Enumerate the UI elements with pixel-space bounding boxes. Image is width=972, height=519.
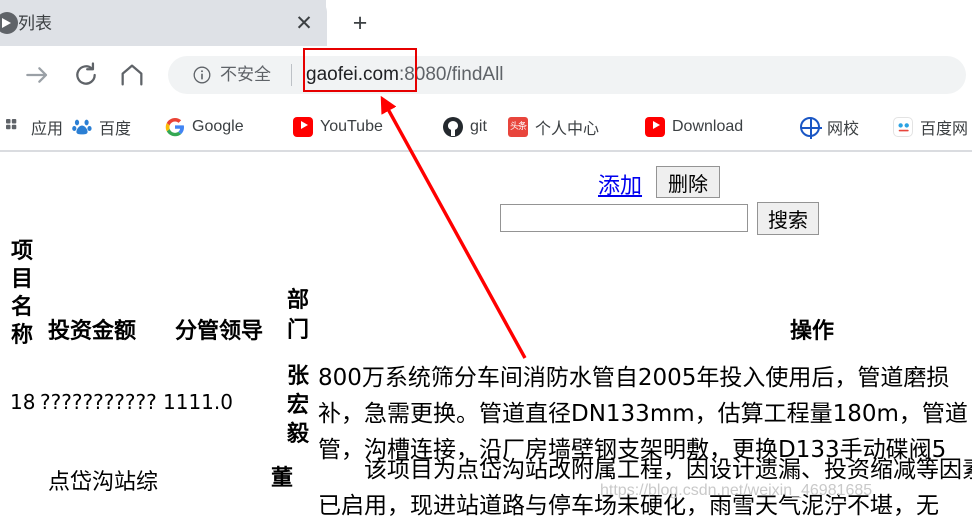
bookmark-baidu[interactable]: 百度 xyxy=(72,104,131,150)
url-highlight-box xyxy=(303,48,417,92)
reload-icon[interactable] xyxy=(70,59,102,91)
column-header-action: 操作 xyxy=(790,319,835,344)
add-link[interactable]: 添加 xyxy=(598,168,642,200)
bookmark-label: Download xyxy=(672,118,744,135)
omnibox-divider xyxy=(291,64,292,86)
page-toolbar: 添加 删除 搜索 xyxy=(0,152,972,238)
table-row: 18 xyxy=(10,390,36,414)
bookmark-git[interactable]: git xyxy=(443,104,487,150)
column-header-name: 项 目 名 称 xyxy=(10,239,33,348)
apps-icon xyxy=(4,117,24,137)
new-tab-button[interactable]: + xyxy=(346,11,374,37)
bookmark-label: 百度网 xyxy=(920,121,969,138)
bookmarks-bar: 应用 百度 Google YouTube git 头条 个人中心 Downloa… xyxy=(0,104,972,150)
bookmark-wangxiao[interactable]: 网校 xyxy=(800,104,859,150)
column-header-department: 部 门 xyxy=(286,288,309,343)
info-circle-icon[interactable] xyxy=(192,65,212,85)
youtube-icon xyxy=(645,117,665,137)
bookmark-baidu-pan[interactable]: 百度网 xyxy=(893,104,968,150)
table-row: 董 xyxy=(270,466,293,491)
globe-icon xyxy=(800,117,822,139)
bookmark-youtube[interactable]: YouTube xyxy=(293,104,383,150)
column-header-leader: 分管领导 xyxy=(175,319,264,344)
table-row: 张 宏 毅 xyxy=(286,364,309,447)
youtube-icon xyxy=(293,117,313,137)
table-row: 该项目为点岱沟站改附属工程，因设计遗漏、投资缩减等因素未 已启用，现进站道路与停… xyxy=(318,457,972,519)
column-header-amount: 投资金额 xyxy=(48,319,137,344)
bookmark-label: 网校 xyxy=(827,121,860,138)
browser-toolbar: 不安全 gaofei.com:8080/findAll xyxy=(0,46,972,104)
table-row: 点岱沟站综 xyxy=(48,470,159,495)
tab-strip: 列表 ✕ + xyxy=(0,0,972,46)
bookmark-download[interactable]: Download xyxy=(645,104,743,150)
github-icon xyxy=(443,117,463,137)
bookmark-personal-center[interactable]: 头条 个人中心 xyxy=(508,104,599,150)
tab-title: 列表 xyxy=(18,14,52,33)
baidu-icon xyxy=(72,117,92,137)
page-content: 添加 删除 搜索 项 目 名 称 投资金额 分管领导 部 门 操作 18 ???… xyxy=(0,152,972,519)
search-button[interactable]: 搜索 xyxy=(757,202,819,235)
bookmark-google[interactable]: Google xyxy=(165,104,244,150)
baidu-pan-icon xyxy=(893,117,913,137)
bookmark-label: 百度 xyxy=(99,121,132,138)
table-row: 1111.0 xyxy=(163,390,233,414)
bookmark-label: 应用 xyxy=(31,121,64,138)
bookmark-label: Google xyxy=(192,118,244,135)
delete-button[interactable]: 删除 xyxy=(656,166,720,198)
close-icon[interactable]: ✕ xyxy=(292,12,316,36)
browser-chrome: 列表 ✕ + 不安全 gaofei.com:8080/findAll 应用 百度… xyxy=(0,0,972,152)
home-icon[interactable] xyxy=(116,59,148,91)
search-input[interactable] xyxy=(500,204,748,232)
bookmark-apps[interactable]: 应用 xyxy=(4,104,63,150)
toutiao-icon: 头条 xyxy=(508,117,528,137)
bookmark-label: 个人中心 xyxy=(535,121,600,138)
bookmark-label: git xyxy=(470,118,487,135)
address-bar[interactable]: 不安全 gaofei.com:8080/findAll xyxy=(168,56,966,94)
google-icon xyxy=(165,117,185,137)
arrow-forward-icon[interactable] xyxy=(22,59,54,91)
table-row: ??????????? xyxy=(40,390,157,414)
bookmark-label: YouTube xyxy=(320,118,383,135)
security-status-label: 不安全 xyxy=(220,65,271,84)
